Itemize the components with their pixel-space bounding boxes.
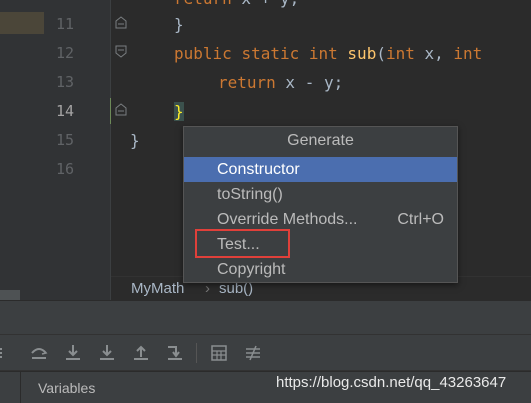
force-step-into-icon[interactable] [98, 344, 116, 362]
list-icon[interactable] [0, 344, 12, 362]
line-number: 15 [55, 131, 74, 149]
matched-brace: } [174, 102, 184, 121]
breadcrumb-class[interactable]: MyMath [131, 280, 184, 297]
line-number: 16 [55, 160, 74, 178]
project-panel-highlight [0, 12, 44, 34]
line-number-current: 14 [55, 102, 74, 120]
evaluate-expression-icon[interactable] [210, 344, 228, 362]
menu-item-tostring[interactable]: toString() [184, 182, 457, 207]
step-into-icon[interactable] [64, 344, 82, 362]
line-number: 11 [55, 15, 74, 33]
code-line-12: public static int sub(int x, int [174, 44, 483, 63]
watermark-text: https://blog.csdn.net/qq_43263647 [276, 374, 507, 391]
code-line-14: } [174, 102, 184, 121]
toolbar-separator [196, 343, 197, 363]
code-line-15: } [130, 131, 140, 150]
code-line-10: return x + y; [174, 0, 299, 8]
run-to-cursor-icon[interactable] [166, 344, 184, 362]
menu-item-copyright[interactable]: Copyright [184, 257, 457, 282]
tab-variables[interactable]: Variables [38, 380, 95, 396]
tab-divider [20, 372, 21, 403]
trace-icon[interactable] [244, 344, 262, 362]
code-line-11: } [174, 15, 184, 34]
generate-popup: Generate Constructor toString() Override… [183, 126, 458, 283]
shortcut-label: Ctrl+O [397, 211, 444, 228]
fold-end-icon[interactable] [115, 16, 127, 29]
tool-window-header [0, 300, 531, 335]
debug-toolbar [0, 335, 531, 371]
project-panel-edge [0, 0, 44, 300]
menu-item-constructor[interactable]: Constructor [184, 157, 457, 182]
fold-start-icon[interactable] [115, 45, 127, 58]
change-marker [110, 98, 111, 124]
fold-end-icon[interactable] [115, 103, 127, 116]
popup-title: Generate [287, 132, 354, 149]
line-number: 12 [55, 44, 74, 62]
project-panel-scrollbar[interactable] [0, 290, 20, 300]
step-over-icon[interactable] [30, 344, 48, 362]
step-out-icon[interactable] [132, 344, 150, 362]
highlight-annotation-box [195, 229, 290, 258]
line-number: 13 [55, 73, 74, 91]
code-line-13: return x - y; [218, 73, 344, 92]
